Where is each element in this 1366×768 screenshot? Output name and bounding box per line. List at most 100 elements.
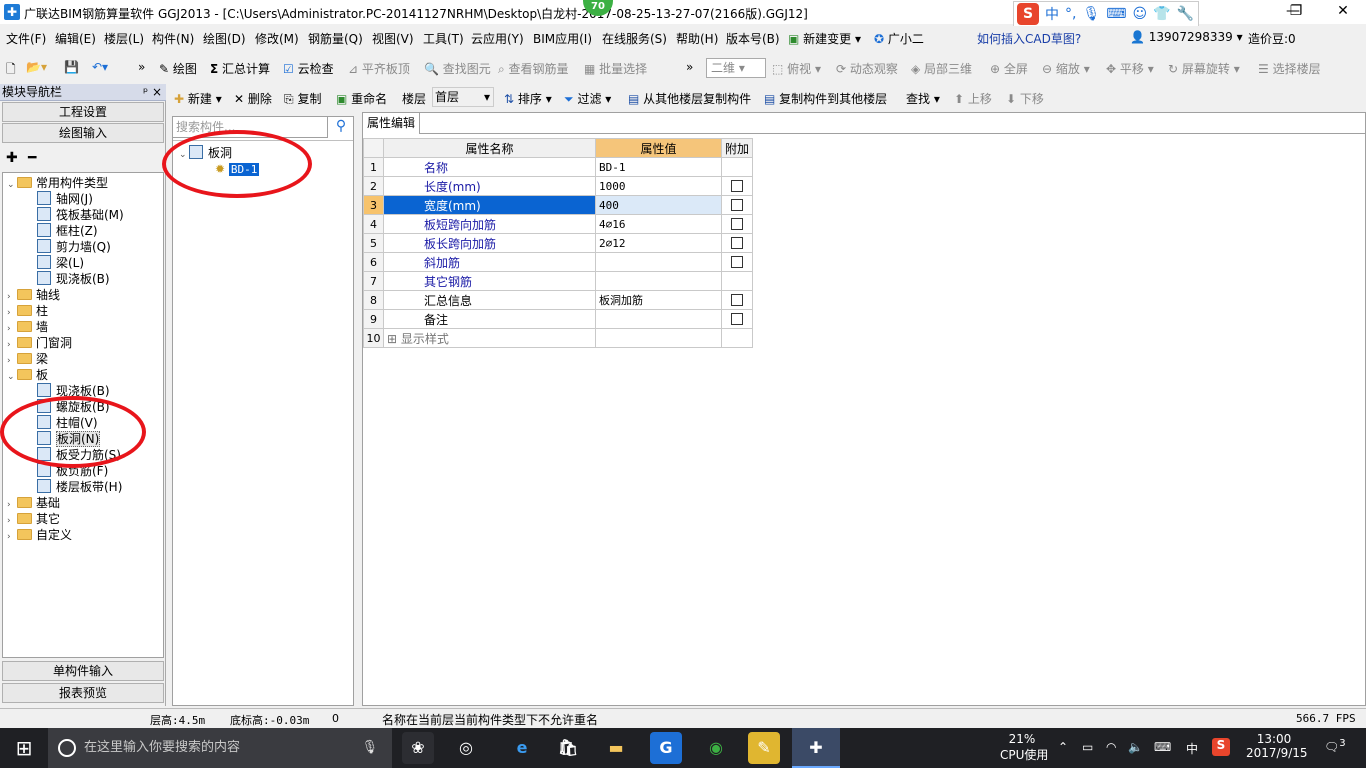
extra-checkbox[interactable] [731,256,743,268]
table-row[interactable]: 3 宽度(mm) 400 [363,195,754,215]
property-name-cell[interactable]: 板短跨向加筋 [383,214,596,234]
copy-to-floor-button[interactable]: ▤ 复制构件到其他楼层 [764,90,887,107]
row-number[interactable]: 5 [363,233,384,253]
menu-online[interactable]: 在线服务(S) [602,30,667,47]
single-input-button[interactable]: 单构件输入 [2,661,164,681]
table-row[interactable]: 5 板长跨向加筋 2⌀12 [363,233,754,253]
tab-property-edit[interactable]: 属性编辑 [362,112,420,134]
pin-close-icon[interactable]: ᵖ × [143,84,162,100]
extra-cell[interactable] [720,157,754,177]
row-number[interactable]: 7 [363,271,384,291]
glodon-app-icon[interactable]: G [650,732,682,764]
undo-icon[interactable]: ↶▾ [92,60,108,74]
property-name-cell[interactable]: 长度(mm) [383,176,596,196]
volume-icon[interactable]: 🔈 [1128,740,1143,754]
new-file-icon[interactable]: 🗋 [6,60,16,81]
menu-bim[interactable]: BIM应用(I) [533,30,592,47]
tree-node[interactable]: › 梁 [7,351,48,367]
menu-component[interactable]: 构件(N) [152,30,194,47]
extra-cell[interactable] [720,176,754,196]
tree-node[interactable]: 筏板基础(M) [37,207,124,223]
draw-input-button[interactable]: 绘图输入 [2,123,164,143]
wrench-icon[interactable]: 🔧 [1177,6,1194,22]
windows-start-icon[interactable]: ⊞ [0,728,48,768]
app-360-icon[interactable]: ◎ [450,732,482,764]
property-name-cell[interactable]: 汇总信息 [383,290,596,310]
new-component-button[interactable]: ✚ 新建 ▾ [174,90,222,107]
property-value-cell[interactable]: 2⌀12 [595,233,722,253]
extra-cell[interactable] [720,252,754,272]
tree-node[interactable]: 框柱(Z) [37,223,98,239]
move-up-button[interactable]: ⬆ 上移 [954,90,992,107]
row-number[interactable]: 2 [363,176,384,196]
save-icon[interactable]: 💾 [64,60,79,74]
clock[interactable]: 13:00 2017/9/15 [1246,732,1308,760]
property-value-cell[interactable] [595,252,722,272]
property-name-cell[interactable]: 斜加筋 [383,252,596,272]
view-rebar-button[interactable]: ⌕ 查看钢筋量 [498,60,569,77]
sogou-tray-icon[interactable]: S [1212,738,1230,756]
menu-help[interactable]: 帮助(H) [676,30,718,47]
extra-checkbox[interactable] [731,199,743,211]
punct-icon[interactable]: °, [1065,6,1076,22]
view-dimension-select[interactable]: 二维 ▾ [706,58,766,78]
extra-cell[interactable] [720,271,754,291]
edge-icon[interactable]: e [506,732,538,764]
mic-icon[interactable]: 🎙 [1082,6,1100,22]
zoom-button[interactable]: ⊖ 缩放 ▾ [1042,60,1090,77]
orbit-button[interactable]: ⟳ 动态观察 [836,60,898,77]
tree-node[interactable]: › 其它 [7,511,60,527]
maximize-button[interactable]: ❐ [1276,0,1316,24]
collapse-chevron-icon[interactable]: ⌄ [7,369,17,385]
close-button[interactable]: ✕ [1320,0,1366,24]
property-value-cell[interactable]: 板洞加筋 [595,290,722,310]
menu-modify[interactable]: 修改(M) [255,30,299,47]
extra-cell[interactable] [720,233,754,253]
batch-select-button[interactable]: ▦ 批量选择 [584,60,647,77]
property-name-cell[interactable]: 名称 [383,157,596,177]
touch-keyboard-icon[interactable]: ⌨ [1154,740,1171,754]
menu-draw[interactable]: 绘图(D) [203,30,246,47]
extra-checkbox[interactable] [731,218,743,230]
search-icon[interactable]: ⚲ [330,116,352,138]
property-name-cell[interactable]: 板长跨向加筋 [383,233,596,253]
ime-toolbar[interactable]: S 中 °, 🎙 ⌨ ☺ 👕 🔧 [1013,1,1199,27]
store-icon[interactable]: 🛍 [552,732,584,764]
tree-node[interactable]: 梁(L) [37,255,84,271]
menu-rebar[interactable]: 钢筋量(Q) [308,30,363,47]
move-down-button[interactable]: ⬇ 下移 [1006,90,1044,107]
extra-cell[interactable] [720,290,754,310]
tree-node[interactable]: › 基础 [7,495,60,511]
cloud-check-button[interactable]: ☑ 云检查 [283,60,334,77]
menu-guangxiaoer[interactable]: ✪ 广小二 [874,30,924,47]
extra-checkbox[interactable] [731,313,743,325]
open-file-icon[interactable]: 📂▾ [26,60,47,74]
find-button[interactable]: 查找 ▾ [906,90,940,107]
row-number[interactable]: 1 [363,157,384,177]
tray-ime[interactable]: 中 [1186,740,1198,757]
table-row[interactable]: 7 其它钢筋 [363,271,754,291]
tree-node[interactable]: ⌄ 常用构件类型 [7,175,108,191]
property-value-cell[interactable] [595,271,722,291]
find-element-button[interactable]: 🔍 查找图元 [424,60,491,77]
table-row[interactable]: 2 长度(mm) 1000 [363,176,754,196]
row-number[interactable]: 9 [363,309,384,329]
property-name-cell[interactable]: 其它钢筋 [383,271,596,291]
menu-tools[interactable]: 工具(T) [423,30,464,47]
tree-node[interactable]: › 门窗洞 [7,335,72,351]
copy-from-floor-button[interactable]: ▤ 从其他楼层复制构件 [628,90,751,107]
cad-help-link[interactable]: 如何插入CAD草图? [977,30,1081,47]
menu-version[interactable]: 版本号(B) [726,30,780,47]
tree-node[interactable]: 轴网(J) [37,191,93,207]
wifi-icon[interactable]: ◠ [1106,740,1116,754]
report-preview-button[interactable]: 报表预览 [2,683,164,703]
table-row[interactable]: 10 ⊞ 显示样式 [363,328,754,348]
menu-view[interactable]: 视图(V) [372,30,414,47]
tree-node[interactable]: 现浇板(B) [37,271,110,287]
ime-mode[interactable]: 中 [1045,4,1059,24]
more-icon-2[interactable]: » [686,60,693,74]
extra-checkbox[interactable] [731,180,743,192]
pan-button[interactable]: ✥ 平移 ▾ [1106,60,1154,77]
collapse-chevron-icon[interactable]: ⌄ [7,177,17,193]
table-row[interactable]: 1 名称 BD-1 [363,157,754,177]
